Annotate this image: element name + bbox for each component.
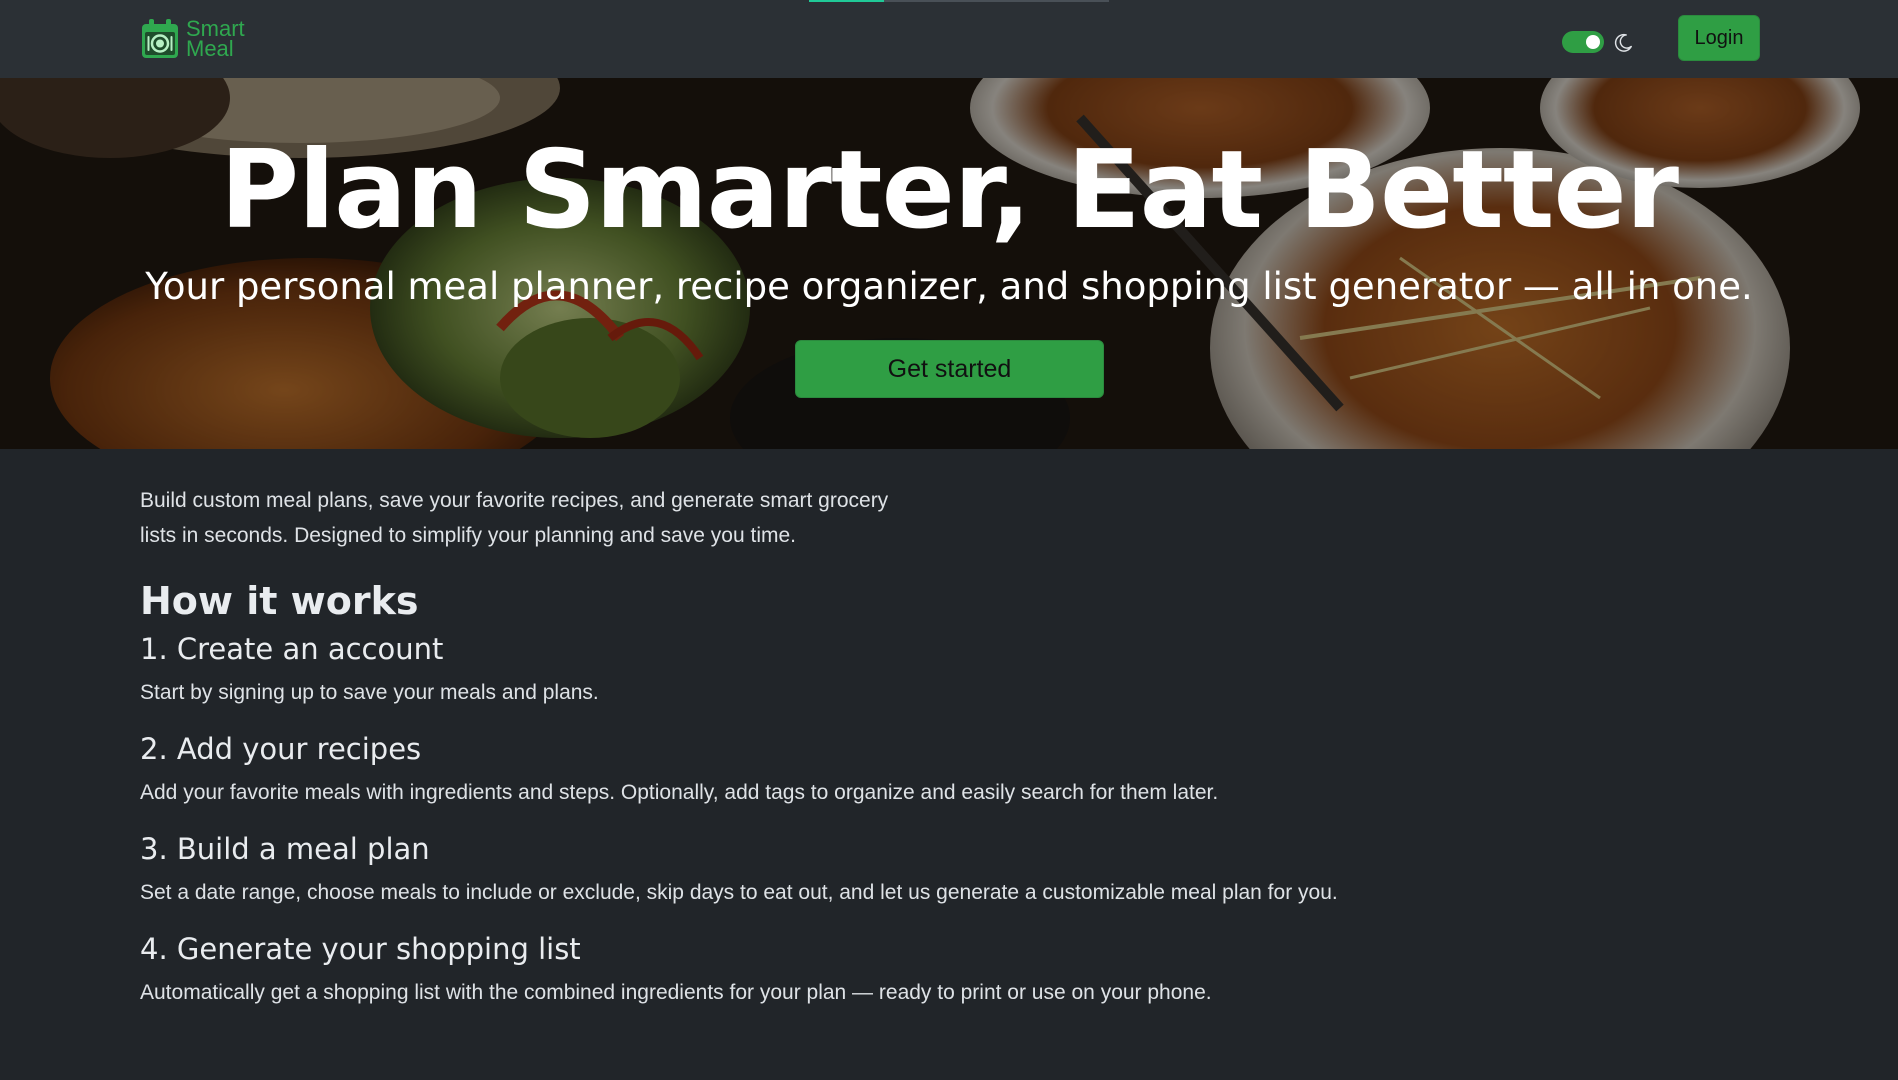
brand-logo-link[interactable]: Smart Meal [140,18,245,60]
get-started-button[interactable]: Get started [795,340,1104,398]
step-title: 4. Generate your shopping list [140,932,581,966]
dark-mode-toggle[interactable] [1562,31,1604,53]
moon-icon [1614,33,1632,52]
step-description: Add your favorite meals with ingredients… [140,781,1219,804]
step-description: Automatically get a shopping list with t… [140,981,1212,1004]
calendar-plate-logo-icon [142,19,178,58]
brand-name: Smart Meal [186,18,245,61]
step-2: 2. Add your recipes Add your favorite me… [140,727,1760,811]
step-3: 3. Build a meal plan Set a date range, c… [140,827,1760,911]
login-button[interactable]: Login [1678,15,1760,61]
hero-subtitle: Your personal meal planner, recipe organ… [145,265,1753,308]
step-title: 2. Add your recipes [140,732,422,766]
page-load-progress-fill [809,0,884,2]
step-description: Set a date range, choose meals to includ… [140,881,1338,904]
step-1: 1. Create an account Start by signing up… [140,627,1760,711]
how-it-works-heading: How it works [140,579,419,623]
page-load-progress [809,0,1109,2]
navbar: Smart Meal Login [0,0,1898,79]
intro-text: Build custom meal plans, save your favor… [140,489,889,547]
step-description: Start by signing up to save your meals a… [140,681,599,704]
hero-section: Plan Smarter, Eat Better Your personal m… [0,78,1898,449]
main-content: Build custom meal plans, save your favor… [140,449,1760,1027]
dark-mode-toggle-knob [1586,35,1600,49]
step-title: 3. Build a meal plan [140,832,430,866]
step-4: 4. Generate your shopping list Automatic… [140,927,1760,1011]
brand-name-line2: Meal [186,36,234,61]
hero-title: Plan Smarter, Eat Better [219,128,1679,253]
step-title: 1. Create an account [140,632,444,666]
